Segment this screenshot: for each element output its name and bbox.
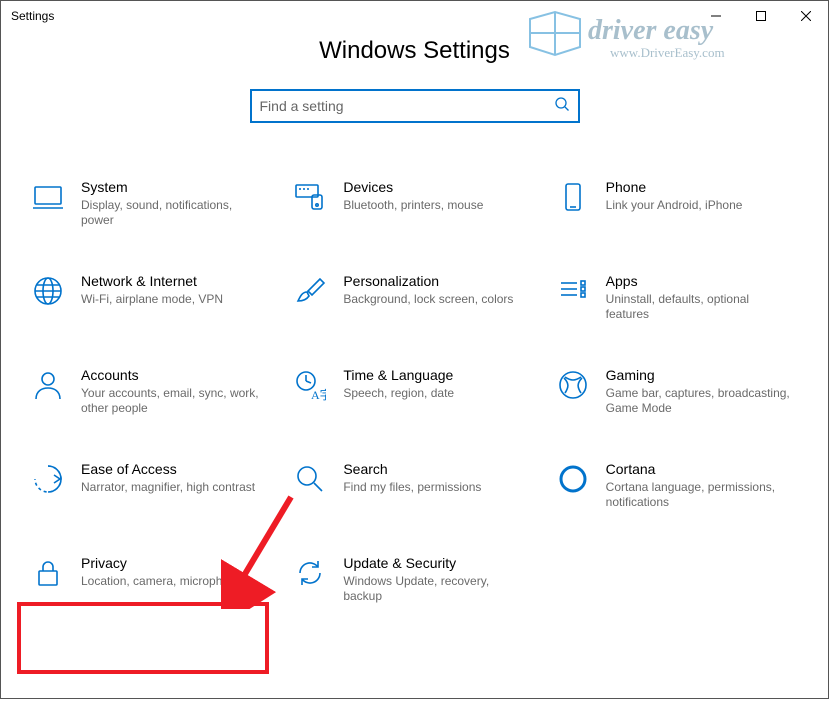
minimize-icon xyxy=(711,11,721,21)
category-apps[interactable]: Apps Uninstall, defaults, optional featu… xyxy=(556,272,798,322)
ease-of-access-icon xyxy=(31,462,65,496)
category-ease-of-access[interactable]: Ease of Access Narrator, magnifier, high… xyxy=(31,460,273,510)
category-gaming[interactable]: Gaming Game bar, captures, broadcasting,… xyxy=(556,366,798,416)
category-title: Accounts xyxy=(81,366,265,384)
settings-window: Settings Windows Settings xyxy=(0,0,829,699)
page-title: Windows Settings xyxy=(1,37,828,65)
category-privacy[interactable]: Privacy Location, camera, microphone xyxy=(31,554,273,604)
category-desc: Display, sound, notifications, power xyxy=(81,198,265,228)
maximize-button[interactable] xyxy=(738,1,783,31)
search-box[interactable] xyxy=(250,89,580,123)
phone-icon xyxy=(556,180,590,214)
category-desc: Windows Update, recovery, backup xyxy=(343,574,527,604)
category-desc: Location, camera, microphone xyxy=(81,574,265,589)
window-controls xyxy=(693,1,828,31)
category-title: Search xyxy=(343,460,527,478)
close-icon xyxy=(801,11,811,21)
category-desc: Narrator, magnifier, high contrast xyxy=(81,480,265,495)
category-title: Update & Security xyxy=(343,554,527,572)
category-title: Personalization xyxy=(343,272,527,290)
category-title: Network & Internet xyxy=(81,272,265,290)
category-title: System xyxy=(81,178,265,196)
category-phone[interactable]: Phone Link your Android, iPhone xyxy=(556,178,798,228)
minimize-button[interactable] xyxy=(693,1,738,31)
category-title: Gaming xyxy=(606,366,790,384)
category-search[interactable]: Search Find my files, permissions xyxy=(293,460,535,510)
category-desc: Game bar, captures, broadcasting, Game M… xyxy=(606,386,790,416)
category-desc: Background, lock screen, colors xyxy=(343,292,527,307)
category-title: Cortana xyxy=(606,460,790,478)
category-title: Apps xyxy=(606,272,790,290)
settings-grid: System Display, sound, notifications, po… xyxy=(1,123,828,634)
system-icon xyxy=(31,180,65,214)
xbox-icon xyxy=(556,368,590,402)
category-desc: Cortana language, permissions, notificat… xyxy=(606,480,790,510)
category-desc: Link your Android, iPhone xyxy=(606,198,790,213)
time-language-icon: A字 xyxy=(293,368,327,402)
category-update-security[interactable]: Update & Security Windows Update, recove… xyxy=(293,554,535,604)
category-desc: Speech, region, date xyxy=(343,386,527,401)
category-title: Ease of Access xyxy=(81,460,265,478)
category-desc: Wi-Fi, airplane mode, VPN xyxy=(81,292,265,307)
search-icon xyxy=(554,96,570,117)
search-input[interactable] xyxy=(260,98,554,114)
category-desc: Your accounts, email, sync, work, other … xyxy=(81,386,265,416)
lock-icon xyxy=(31,556,65,590)
category-desc: Find my files, permissions xyxy=(343,480,527,495)
devices-icon xyxy=(293,180,327,214)
category-desc: Uninstall, defaults, optional features xyxy=(606,292,790,322)
category-title: Time & Language xyxy=(343,366,527,384)
category-desc: Bluetooth, printers, mouse xyxy=(343,198,527,213)
category-title: Privacy xyxy=(81,554,265,572)
maximize-icon xyxy=(756,11,766,21)
brush-icon xyxy=(293,274,327,308)
category-network[interactable]: Network & Internet Wi-Fi, airplane mode,… xyxy=(31,272,273,322)
close-button[interactable] xyxy=(783,1,828,31)
person-icon xyxy=(31,368,65,402)
category-time-language[interactable]: A字 Time & Language Speech, region, date xyxy=(293,366,535,416)
update-icon xyxy=(293,556,327,590)
globe-icon xyxy=(31,274,65,308)
category-system[interactable]: System Display, sound, notifications, po… xyxy=(31,178,273,228)
magnifier-icon xyxy=(293,462,327,496)
category-accounts[interactable]: Accounts Your accounts, email, sync, wor… xyxy=(31,366,273,416)
category-title: Devices xyxy=(343,178,527,196)
window-title: Settings xyxy=(11,9,54,23)
category-personalization[interactable]: Personalization Background, lock screen,… xyxy=(293,272,535,322)
category-cortana[interactable]: Cortana Cortana language, permissions, n… xyxy=(556,460,798,510)
category-title: Phone xyxy=(606,178,790,196)
titlebar: Settings xyxy=(1,1,828,31)
svg-text:A字: A字 xyxy=(311,387,326,401)
search-wrap xyxy=(1,89,828,123)
category-devices[interactable]: Devices Bluetooth, printers, mouse xyxy=(293,178,535,228)
apps-icon xyxy=(556,274,590,308)
cortana-icon xyxy=(556,462,590,496)
